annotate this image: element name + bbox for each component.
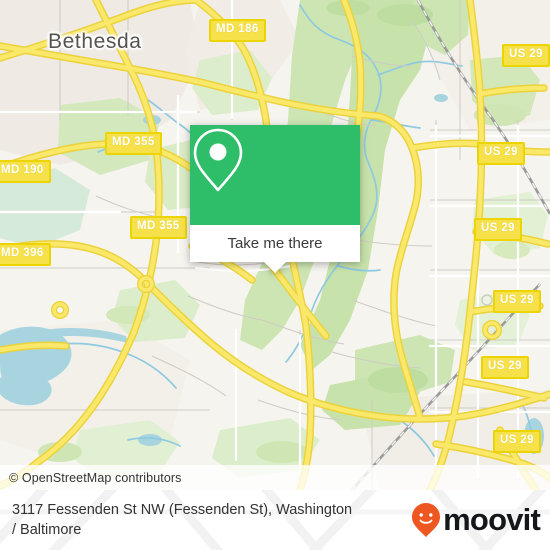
road-shield-md-190[interactable]: MD 190 [0, 160, 51, 183]
osm-attribution[interactable]: © OpenStreetMap contributors [0, 465, 550, 490]
moovit-pin-smiley-icon [412, 503, 441, 537]
osm-attribution-text: © OpenStreetMap contributors [9, 470, 182, 485]
road-shield-md-396[interactable]: MD 396 [0, 243, 51, 266]
map-pin-icon [193, 128, 243, 192]
moovit-wordmark: moovit [443, 502, 541, 537]
road-shield-us-29[interactable]: US 29 [493, 430, 541, 453]
road-shield-md-186[interactable]: MD 186 [209, 19, 266, 42]
address-line-1: 3117 Fessenden St NW (Fessenden St), Was… [12, 502, 353, 518]
road-shield-us-29[interactable]: US 29 [474, 218, 522, 241]
take-me-there-label: Take me there [227, 235, 323, 252]
popup-header [190, 125, 360, 225]
road-shield-md-355[interactable]: MD 355 [105, 132, 162, 155]
road-shield-us-29[interactable]: US 29 [502, 44, 550, 67]
popup-tail [264, 262, 286, 273]
road-shield-md-355[interactable]: MD 355 [130, 216, 187, 239]
take-me-there-button[interactable]: Take me there [190, 225, 360, 273]
road-shield-us-29[interactable]: US 29 [477, 142, 525, 165]
map-canvas[interactable]: Bethesda MD 186 US 29 MD 355 US 29 MD 19… [0, 0, 550, 490]
footer-bar: 3117 Fessenden St NW (Fessenden St), Was… [0, 490, 550, 550]
address-block: 3117 Fessenden St NW (Fessenden St), Was… [12, 500, 411, 540]
map-screenshot: Bethesda MD 186 US 29 MD 355 US 29 MD 19… [0, 0, 550, 550]
address-line-2: / Baltimore [12, 522, 82, 538]
location-popup[interactable]: Take me there [190, 125, 360, 273]
road-shield-us-29[interactable]: US 29 [481, 356, 529, 379]
road-shield-us-29[interactable]: US 29 [493, 290, 541, 313]
moovit-logo[interactable]: moovit [411, 502, 541, 538]
